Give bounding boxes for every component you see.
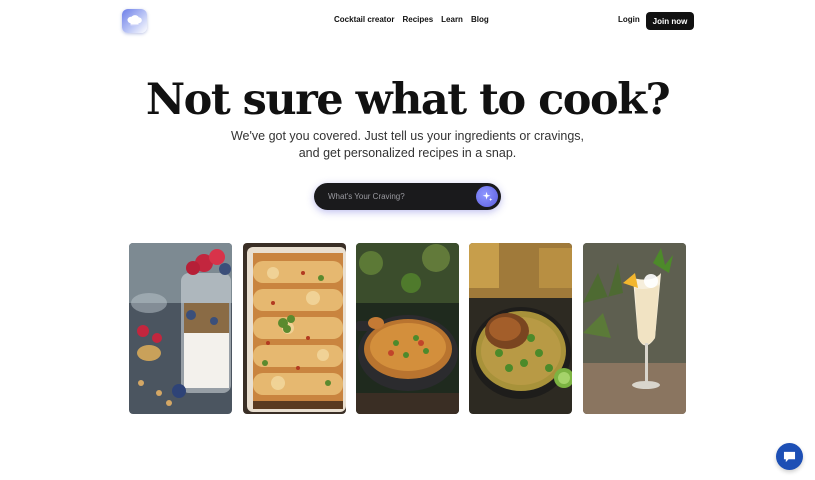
recipe-card-pina-colada[interactable] <box>583 243 686 414</box>
chef-hat-icon <box>127 15 142 27</box>
pina-colada-image <box>583 243 686 414</box>
recipe-card-chicken-rice[interactable] <box>469 243 572 414</box>
sparkle-icon <box>482 191 492 202</box>
hero-title: Not sure what to cook? <box>145 75 671 125</box>
nav-cocktail-creator[interactable]: Cocktail creator <box>334 15 394 24</box>
nav-blog[interactable]: Blog <box>471 15 489 24</box>
hero-subtitle-line-2: and get personalized recipes in a snap. <box>298 146 517 160</box>
enchiladas-image <box>243 243 346 414</box>
nav-learn[interactable]: Learn <box>441 15 463 24</box>
search-submit-button[interactable] <box>476 186 498 207</box>
chicken-rice-image <box>469 243 572 414</box>
hero-subtitle: We've got you covered. Just tell us your… <box>0 128 815 162</box>
hero-subtitle-line-1: We've got you covered. Just tell us your… <box>230 129 585 143</box>
yogurt-parfait-image <box>129 243 232 414</box>
recipe-card-curry-skillet[interactable] <box>356 243 459 414</box>
login-link[interactable]: Login <box>618 15 640 24</box>
nav-recipes[interactable]: Recipes <box>402 15 433 24</box>
recipe-card-yogurt-parfait[interactable] <box>129 243 232 414</box>
chat-widget-button[interactable] <box>776 443 803 470</box>
craving-search-input[interactable] <box>328 189 468 204</box>
curry-skillet-image <box>356 243 459 414</box>
main-nav: Cocktail creator Recipes Learn Blog <box>334 15 489 24</box>
logo[interactable] <box>122 9 147 33</box>
join-now-button[interactable]: Join now <box>646 12 694 30</box>
chat-icon <box>783 451 796 462</box>
recipe-card-enchiladas[interactable] <box>243 243 346 414</box>
craving-search-bar <box>314 183 501 210</box>
